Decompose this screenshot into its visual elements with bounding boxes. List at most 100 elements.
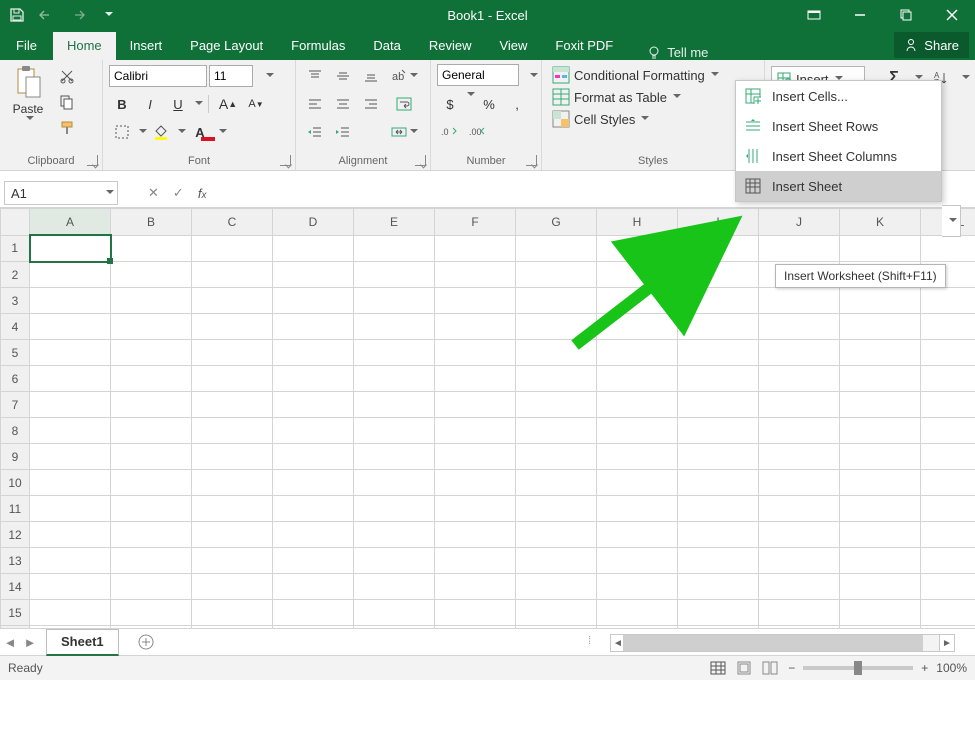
cell[interactable] bbox=[30, 444, 111, 470]
underline-dropdown-icon[interactable] bbox=[195, 101, 202, 108]
cut-icon[interactable] bbox=[54, 64, 80, 88]
chevron-down-icon[interactable] bbox=[255, 64, 281, 88]
cell[interactable] bbox=[597, 340, 678, 366]
cell[interactable] bbox=[354, 366, 435, 392]
cell[interactable] bbox=[354, 522, 435, 548]
cell[interactable] bbox=[354, 340, 435, 366]
cell[interactable] bbox=[354, 496, 435, 522]
new-sheet-button[interactable] bbox=[133, 629, 159, 655]
cell[interactable] bbox=[111, 470, 192, 496]
cell[interactable] bbox=[192, 444, 273, 470]
cell[interactable] bbox=[192, 288, 273, 314]
paste-dropdown-icon[interactable] bbox=[26, 116, 33, 123]
cell[interactable] bbox=[516, 235, 597, 262]
menu-insert-cells[interactable]: Insert Cells... bbox=[736, 81, 941, 111]
cell[interactable] bbox=[192, 262, 273, 288]
close-icon[interactable] bbox=[929, 0, 975, 30]
cell[interactable] bbox=[516, 366, 597, 392]
cell[interactable] bbox=[759, 314, 840, 340]
accounting-format-icon[interactable]: $ bbox=[437, 92, 463, 116]
cell[interactable] bbox=[30, 235, 111, 262]
cell[interactable] bbox=[840, 418, 921, 444]
cell[interactable] bbox=[516, 288, 597, 314]
column-header[interactable]: D bbox=[273, 209, 354, 236]
increase-indent-icon[interactable] bbox=[330, 120, 356, 144]
tab-data[interactable]: Data bbox=[359, 32, 414, 60]
cell[interactable] bbox=[273, 522, 354, 548]
cell[interactable] bbox=[435, 548, 516, 574]
cell[interactable] bbox=[273, 288, 354, 314]
column-header[interactable]: B bbox=[111, 209, 192, 236]
cell[interactable] bbox=[30, 522, 111, 548]
cell[interactable] bbox=[435, 262, 516, 288]
cell[interactable] bbox=[30, 600, 111, 626]
cell[interactable] bbox=[678, 548, 759, 574]
cell[interactable] bbox=[354, 262, 435, 288]
orientation-icon[interactable]: ab bbox=[388, 64, 419, 88]
cell[interactable] bbox=[840, 366, 921, 392]
cell[interactable] bbox=[597, 262, 678, 288]
underline-button[interactable]: U bbox=[165, 92, 191, 116]
paste-label[interactable]: Paste bbox=[13, 102, 44, 116]
cell[interactable] bbox=[921, 314, 975, 340]
cell[interactable] bbox=[759, 600, 840, 626]
align-left-icon[interactable] bbox=[302, 92, 328, 116]
cell[interactable] bbox=[435, 496, 516, 522]
cell[interactable] bbox=[435, 574, 516, 600]
zoom-out-icon[interactable]: − bbox=[788, 661, 795, 675]
cell[interactable] bbox=[921, 340, 975, 366]
cell[interactable] bbox=[759, 444, 840, 470]
column-header[interactable]: H bbox=[597, 209, 678, 236]
cell[interactable] bbox=[759, 496, 840, 522]
cell[interactable] bbox=[273, 262, 354, 288]
font-size-combo[interactable] bbox=[209, 65, 253, 87]
cell[interactable] bbox=[30, 340, 111, 366]
redo-icon[interactable] bbox=[68, 6, 86, 24]
cell[interactable] bbox=[516, 574, 597, 600]
cell[interactable] bbox=[111, 340, 192, 366]
cell[interactable] bbox=[759, 418, 840, 444]
tab-foxit-pdf[interactable]: Foxit PDF bbox=[541, 32, 627, 60]
cell[interactable] bbox=[678, 600, 759, 626]
cell[interactable] bbox=[921, 496, 975, 522]
align-center-icon[interactable] bbox=[330, 92, 356, 116]
minimize-icon[interactable] bbox=[837, 0, 883, 30]
cell[interactable] bbox=[921, 522, 975, 548]
cell[interactable] bbox=[273, 418, 354, 444]
cell[interactable] bbox=[192, 496, 273, 522]
cell[interactable] bbox=[597, 574, 678, 600]
cell[interactable] bbox=[354, 235, 435, 262]
cell[interactable] bbox=[921, 470, 975, 496]
increase-font-icon[interactable]: A▲ bbox=[215, 92, 241, 116]
cell[interactable] bbox=[597, 522, 678, 548]
cell[interactable] bbox=[435, 418, 516, 444]
format-as-table-button[interactable]: Format as Table bbox=[552, 88, 754, 106]
horizontal-scrollbar[interactable]: ◄ ► bbox=[610, 634, 955, 652]
cell[interactable] bbox=[435, 235, 516, 262]
cell[interactable] bbox=[273, 444, 354, 470]
cell[interactable] bbox=[435, 522, 516, 548]
cell[interactable] bbox=[192, 522, 273, 548]
zoom-in-icon[interactable]: + bbox=[921, 661, 928, 675]
clipboard-dialog-launcher-icon[interactable] bbox=[87, 155, 98, 166]
cell[interactable] bbox=[678, 418, 759, 444]
font-name-combo[interactable] bbox=[109, 65, 207, 87]
font-dialog-launcher-icon[interactable] bbox=[280, 155, 291, 166]
cell[interactable] bbox=[597, 392, 678, 418]
cell[interactable] bbox=[678, 366, 759, 392]
cell[interactable] bbox=[30, 262, 111, 288]
column-header[interactable]: G bbox=[516, 209, 597, 236]
cell[interactable] bbox=[111, 418, 192, 444]
cell[interactable] bbox=[111, 548, 192, 574]
maximize-icon[interactable] bbox=[883, 0, 929, 30]
cell[interactable] bbox=[840, 522, 921, 548]
cell[interactable] bbox=[516, 496, 597, 522]
cell[interactable] bbox=[354, 470, 435, 496]
tab-file[interactable]: File bbox=[0, 32, 53, 60]
page-break-view-icon[interactable] bbox=[762, 661, 778, 675]
cell[interactable] bbox=[597, 418, 678, 444]
row-header[interactable]: 2 bbox=[1, 262, 30, 288]
sheet-nav-prev-icon[interactable]: ◄ bbox=[0, 635, 20, 650]
cell[interactable] bbox=[30, 574, 111, 600]
cell[interactable] bbox=[111, 366, 192, 392]
